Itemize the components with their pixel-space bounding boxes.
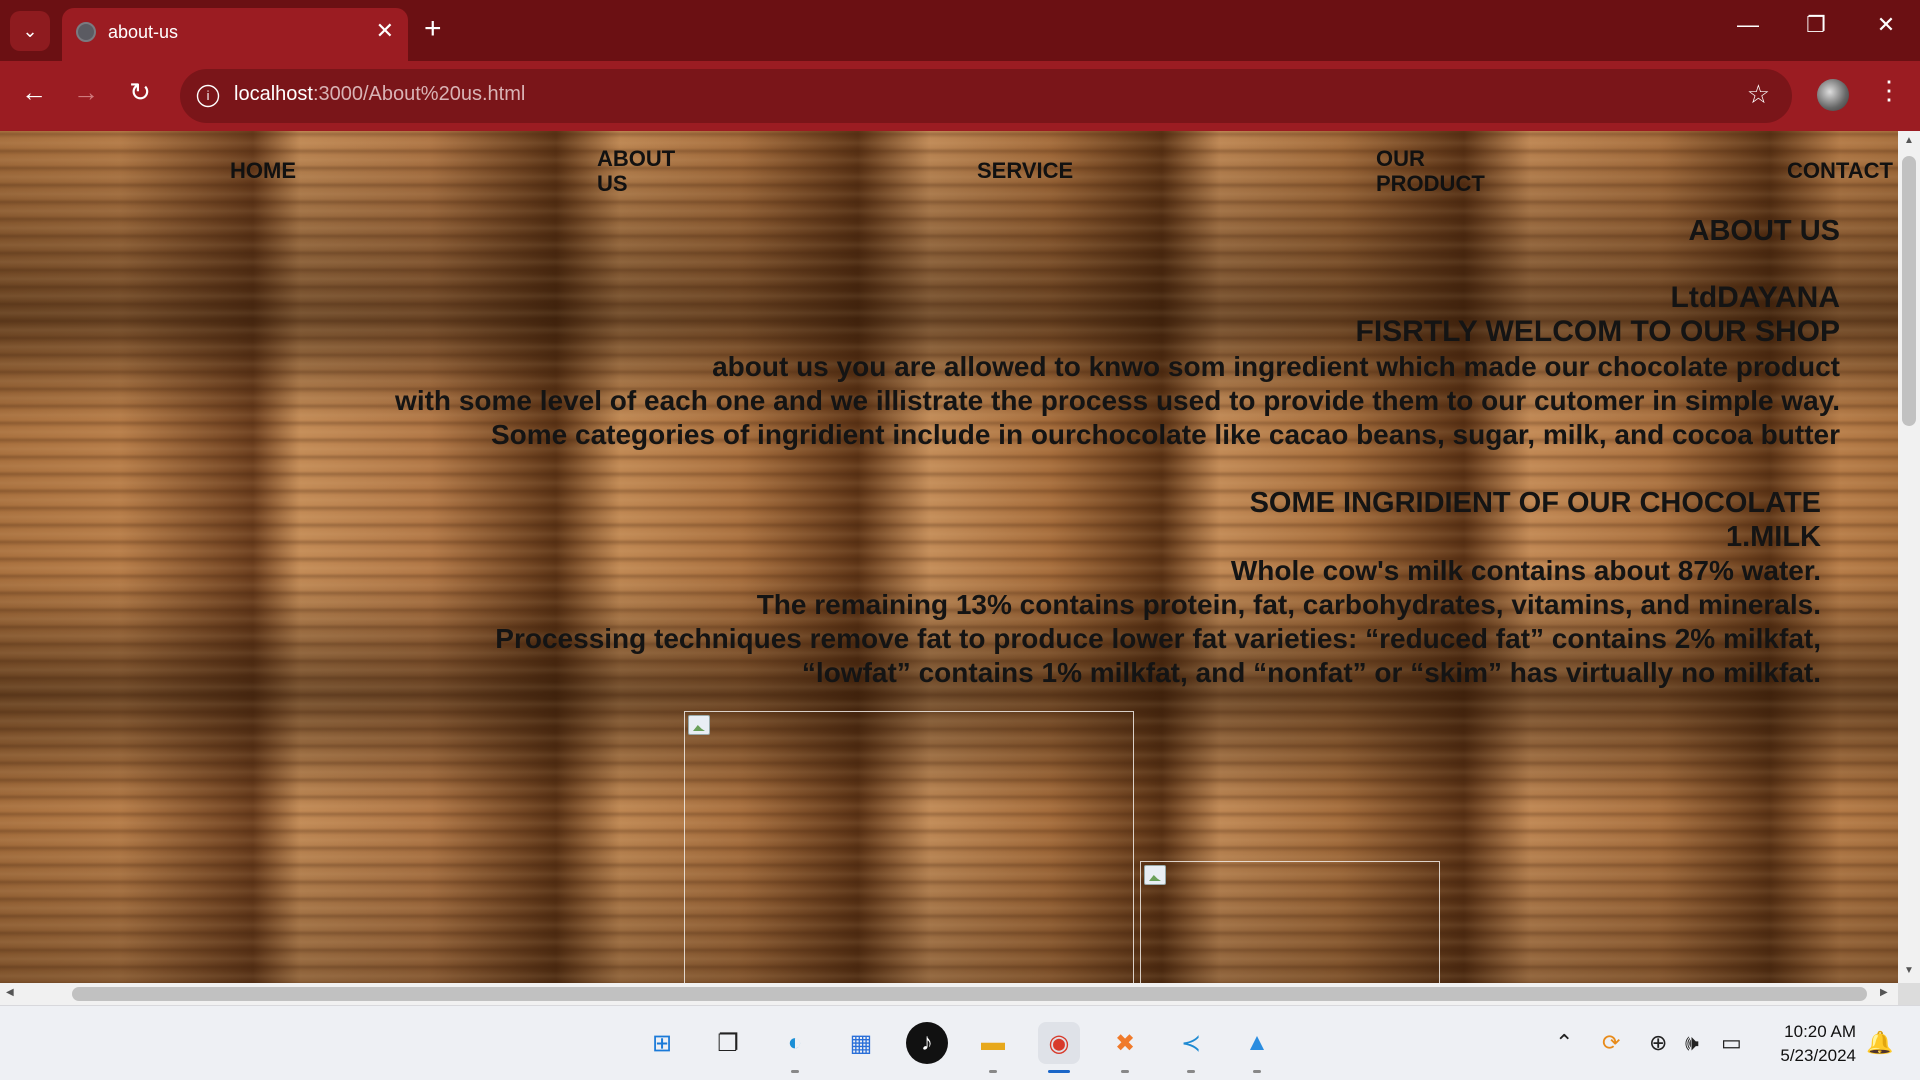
reload-icon[interactable]: ↻ <box>122 77 158 108</box>
scroll-left-arrow-icon[interactable]: ◀ <box>6 987 14 998</box>
back-arrow-icon[interactable]: ← <box>16 77 52 108</box>
browser-titlebar: ⌄ about-us ✕ + — ❐ ✕ <box>0 0 1920 61</box>
xampp-running-indicator <box>1121 1070 1129 1073</box>
clock-time: 10:20 AM <box>1784 1022 1856 1041</box>
scroll-down-arrow-icon[interactable]: ▼ <box>1898 965 1920 976</box>
new-tab-plus-icon[interactable]: + <box>424 12 442 46</box>
windows-start-icon[interactable]: ⊞ <box>641 1022 683 1064</box>
globe-favicon-icon <box>76 22 96 42</box>
vscode-icon[interactable]: ≺ <box>1170 1022 1212 1064</box>
welcome-text: FISRTLY WELCOM TO OUR SHOP <box>1355 315 1840 348</box>
profile-avatar[interactable] <box>1817 79 1849 111</box>
broken-image-1 <box>684 711 1134 983</box>
milk-line2: The remaining 13% contains protein, fat,… <box>756 589 1821 620</box>
edge-icon[interactable]: ◐ <box>774 1022 816 1064</box>
nav-link-service[interactable]: SERVICE <box>977 158 1073 183</box>
nav-about-line2: US <box>597 171 628 196</box>
nav-about-line1: ABOUT <box>597 146 676 171</box>
scroll-right-arrow-icon[interactable]: ▶ <box>1880 987 1888 998</box>
chrome-active-indicator <box>1048 1070 1070 1073</box>
company-name: LtdDAYANA <box>1670 281 1840 314</box>
explorer-running-indicator <box>989 1070 997 1073</box>
scroll-up-arrow-icon[interactable]: ▲ <box>1898 135 1920 146</box>
ingredient-milk-title: 1.MILK <box>1725 521 1821 553</box>
sync-icon[interactable]: ⟳ <box>1602 1030 1620 1056</box>
volume-icon[interactable]: 🕪 <box>1685 1030 1699 1056</box>
nav-link-contact[interactable]: CONTACT <box>1787 158 1893 183</box>
nav-product-line1: OUR <box>1376 146 1425 171</box>
scrollbar-corner <box>1898 983 1920 1005</box>
system-clock[interactable]: 10:20 AM 5/23/2024 <box>1760 1020 1856 1068</box>
browser-tab-active[interactable]: about-us ✕ <box>62 8 408 61</box>
about-paragraph-line2: with some level of each one and we illis… <box>395 385 1840 416</box>
forward-arrow-icon[interactable]: → <box>68 77 104 108</box>
file-explorer-icon[interactable]: ▬ <box>972 1022 1014 1064</box>
battery-icon[interactable]: ▭ <box>1721 1030 1742 1056</box>
network-globe-icon[interactable]: ⊕ <box>1649 1030 1667 1056</box>
broken-image-icon <box>688 715 710 735</box>
tiktok-icon[interactable]: ♪ <box>906 1022 948 1064</box>
tab-close-icon[interactable]: ✕ <box>376 18 394 44</box>
vertical-scroll-thumb[interactable] <box>1902 156 1916 426</box>
menu-kebab-icon[interactable]: ⋮ <box>1876 75 1902 106</box>
chrome-icon[interactable]: ◉ <box>1038 1022 1080 1064</box>
tab-search-chevron-icon[interactable]: ⌄ <box>10 11 50 51</box>
address-bar[interactable]: i localhost:3000/About%20us.html ☆ <box>180 69 1792 123</box>
horizontal-scroll-thumb[interactable] <box>72 987 1867 1001</box>
window-close-icon[interactable]: ✕ <box>1866 12 1906 38</box>
nav-link-product[interactable]: OUR PRODUCT <box>1376 146 1485 196</box>
url-host: localhost <box>234 83 313 105</box>
broken-image-icon <box>1144 865 1166 885</box>
nav-link-home[interactable]: HOME <box>230 158 296 183</box>
broken-image-2 <box>1140 861 1440 983</box>
clock-date: 5/23/2024 <box>1780 1046 1856 1065</box>
about-paragraph-line3: Some categories of ingridient include in… <box>490 419 1840 450</box>
url-text[interactable]: localhost:3000/About%20us.html <box>234 83 525 106</box>
about-heading: ABOUT US <box>1688 215 1840 247</box>
bookmark-star-icon[interactable]: ☆ <box>1747 79 1770 110</box>
nav-link-about[interactable]: ABOUT US <box>597 146 675 196</box>
about-paragraph-line1: about us you are allowed to knwo som ing… <box>712 351 1840 382</box>
vscode-running-indicator <box>1187 1070 1195 1073</box>
tab-title: about-us <box>108 22 179 42</box>
milk-line3: Processing techniques remove fat to prod… <box>495 623 1821 654</box>
ingredients-heading: SOME INGRIDIENT OF OUR CHOCOLATE <box>1249 487 1821 519</box>
edge-running-indicator <box>791 1070 799 1073</box>
site-info-icon[interactable]: i <box>196 84 220 108</box>
minimize-icon[interactable]: — <box>1728 12 1768 38</box>
microsoft-store-icon[interactable]: ▦ <box>840 1022 882 1064</box>
vertical-scrollbar[interactable]: ▲ ▼ <box>1898 131 1920 983</box>
photos-icon[interactable]: ▲ <box>1236 1022 1278 1064</box>
url-path: :3000/About%20us.html <box>312 83 526 105</box>
horizontal-scrollbar[interactable]: ◀ ▶ <box>0 983 1898 1005</box>
nav-product-line2: PRODUCT <box>1376 171 1485 196</box>
browser-toolbar: ← → ↻ i localhost:3000/About%20us.html ☆… <box>0 61 1920 131</box>
notification-bell-icon[interactable]: 🔔 <box>1866 1030 1893 1056</box>
page-viewport: HOME ABOUT US SERVICE OUR PRODUCT CONTACT … <box>0 131 1898 983</box>
photos-running-indicator <box>1253 1070 1261 1073</box>
milk-line1: Whole cow's milk contains about 87% wate… <box>1230 555 1821 586</box>
restore-icon[interactable]: ❐ <box>1796 12 1836 38</box>
windows-taskbar: ⊞ ❐ ◐ ▦ ♪ ▬ ◉ ✖ ≺ ▲ ⌃ ⟳ ⊕ 🕪 ▭ 10:20 AM 5… <box>0 1005 1920 1080</box>
chevron-up-icon[interactable]: ⌃ <box>1555 1030 1573 1056</box>
task-view-icon[interactable]: ❐ <box>707 1022 749 1064</box>
milk-line4: “lowfat” contains 1% milkfat, and “nonfa… <box>801 657 1821 688</box>
xampp-icon[interactable]: ✖ <box>1104 1022 1146 1064</box>
